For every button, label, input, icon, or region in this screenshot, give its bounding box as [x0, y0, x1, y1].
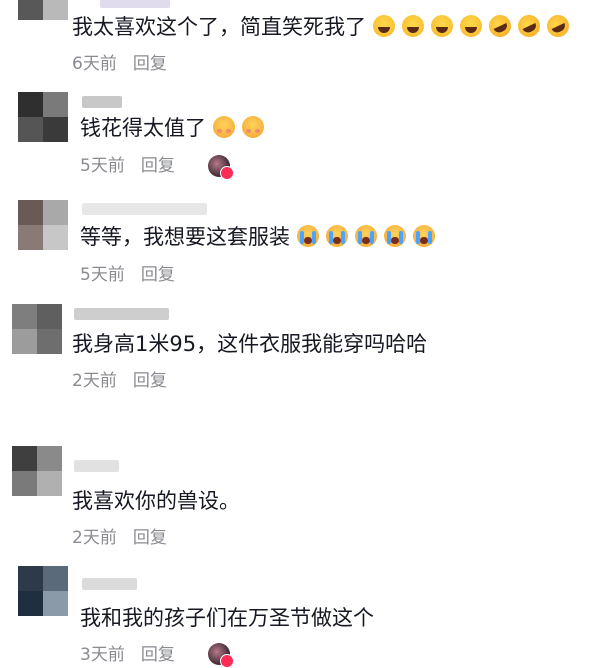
comment-meta: 6天前 回复	[72, 53, 167, 75]
reply-button[interactable]: 回复	[133, 528, 167, 548]
username-blurred[interactable]	[82, 203, 207, 215]
rofl-emoji-icon	[485, 11, 515, 41]
comment-text: 钱花得太值了	[80, 114, 264, 142]
user-avatar[interactable]	[18, 92, 68, 142]
user-avatar[interactable]	[18, 0, 68, 20]
relieved-emoji-icon	[213, 116, 235, 138]
username-blurred[interactable]	[74, 460, 119, 472]
comment-text-content: 我喜欢你的兽设。	[72, 489, 240, 513]
author-liked-badge	[208, 643, 234, 668]
comment-time: 6天前	[72, 54, 117, 74]
comment-text: 等等，我想要这套服装	[80, 223, 435, 251]
comment-text-content: 等等，我想要这套服装	[80, 225, 290, 249]
rofl-emoji-icon	[543, 11, 573, 41]
comment-meta: 5天前 回复	[80, 155, 175, 177]
heart-icon	[220, 654, 234, 668]
comment-time: 2天前	[72, 528, 117, 548]
laugh-emoji-icon	[402, 15, 424, 37]
username-blurred[interactable]	[100, 0, 170, 8]
user-avatar[interactable]	[12, 446, 62, 496]
comment-time: 2天前	[72, 371, 117, 391]
username-blurred[interactable]	[82, 96, 122, 108]
comment-text: 我和我的孩子们在万圣节做这个	[80, 604, 374, 632]
user-avatar[interactable]	[18, 566, 68, 616]
username-blurred[interactable]	[82, 578, 137, 590]
comment-meta: 2天前 回复	[72, 527, 167, 549]
comment-text-content: 我和我的孩子们在万圣节做这个	[80, 606, 374, 630]
heart-icon	[220, 166, 234, 180]
cry-emoji-icon	[326, 225, 348, 247]
reply-button[interactable]: 回复	[141, 156, 175, 176]
reply-button[interactable]: 回复	[133, 371, 167, 391]
comment-text: 我喜欢你的兽设。	[72, 487, 240, 515]
cry-emoji-icon	[355, 225, 377, 247]
reply-button[interactable]: 回复	[141, 265, 175, 285]
laugh-emoji-icon	[431, 15, 453, 37]
author-liked-badge	[208, 155, 234, 180]
reply-button[interactable]: 回复	[133, 54, 167, 74]
comment-time: 3天前	[80, 645, 125, 665]
comment-text: 我身高1米95，这件衣服我能穿吗哈哈	[72, 330, 427, 358]
cry-emoji-icon	[297, 225, 319, 247]
user-avatar[interactable]	[18, 200, 68, 250]
user-avatar[interactable]	[12, 304, 62, 354]
rofl-emoji-icon	[514, 11, 544, 41]
cry-emoji-icon	[384, 225, 406, 247]
reply-button[interactable]: 回复	[141, 645, 175, 665]
username-blurred[interactable]	[74, 308, 169, 320]
comment-time: 5天前	[80, 156, 125, 176]
laugh-emoji-icon	[460, 15, 482, 37]
comment-text-content: 我太喜欢这个了，简直笑死我了	[72, 15, 366, 39]
comment-meta: 2天前 回复	[72, 370, 167, 392]
comment-meta: 5天前 回复	[80, 264, 175, 286]
comment-text-content: 我身高1米95，这件衣服我能穿吗哈哈	[72, 332, 428, 356]
comment-text-content: 钱花得太值了	[80, 116, 206, 140]
comment-time: 5天前	[80, 265, 125, 285]
cry-emoji-icon	[413, 225, 435, 247]
relieved-emoji-icon	[242, 116, 264, 138]
comment-text: 我太喜欢这个了，简直笑死我了	[72, 11, 573, 41]
laugh-emoji-icon	[373, 15, 395, 37]
